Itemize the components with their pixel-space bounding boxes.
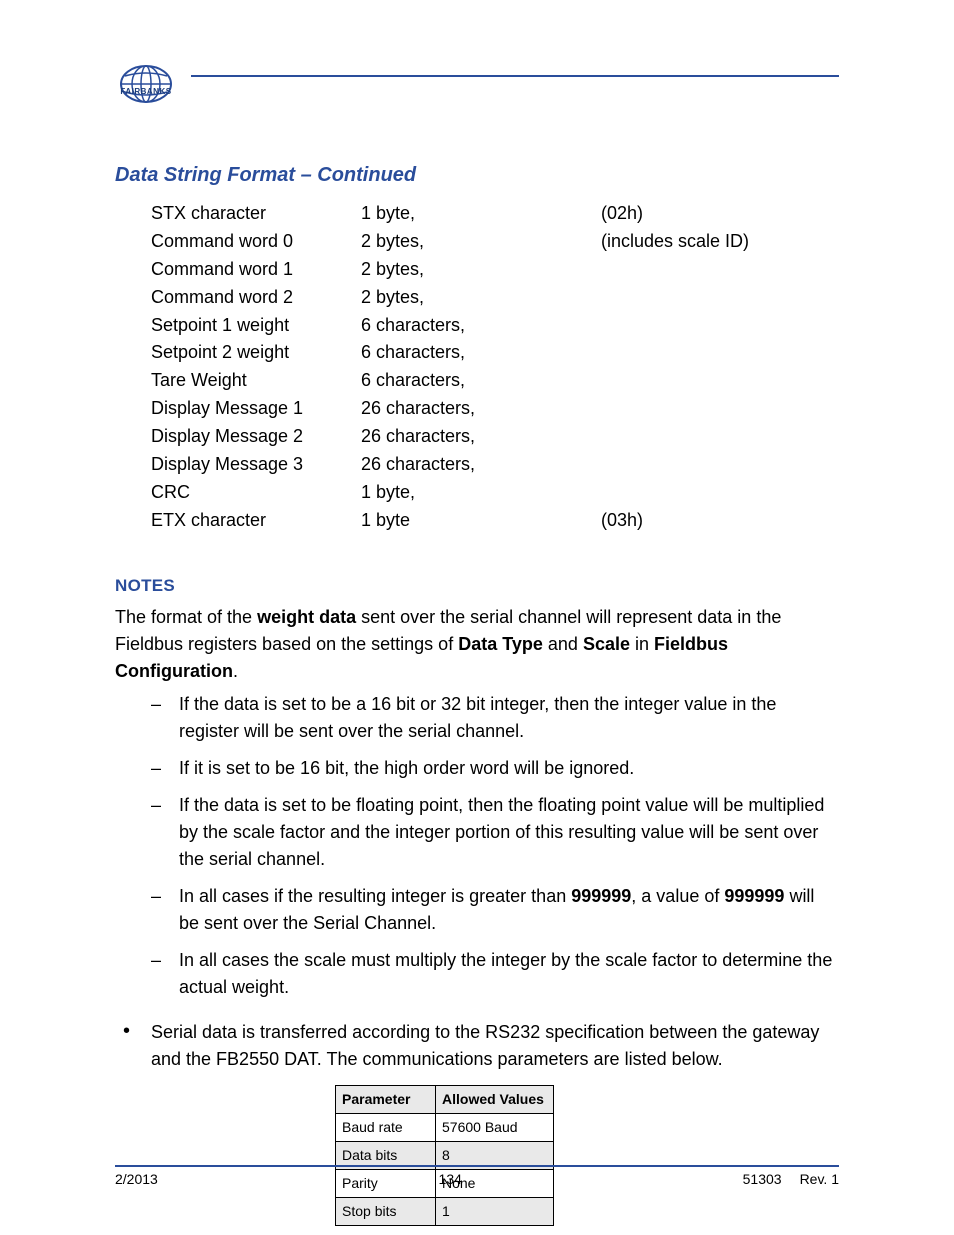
spec-row: Setpoint 1 weight6 characters, bbox=[151, 312, 839, 340]
spec-name: Setpoint 2 weight bbox=[151, 339, 361, 367]
spec-row: Setpoint 2 weight6 characters, bbox=[151, 339, 839, 367]
param-name: Stop bits bbox=[336, 1198, 436, 1226]
notes-heading: NOTES bbox=[115, 573, 839, 599]
param-value: 57600 Baud bbox=[436, 1114, 554, 1142]
spec-row: Tare Weight6 characters, bbox=[151, 367, 839, 395]
text: . bbox=[233, 661, 238, 681]
bold-text: 999999 bbox=[571, 886, 631, 906]
spec-name: Tare Weight bbox=[151, 367, 361, 395]
spec-note bbox=[601, 256, 839, 284]
text: and bbox=[543, 634, 583, 654]
spec-row: STX character1 byte,(02h) bbox=[151, 200, 839, 228]
spec-note: (03h) bbox=[601, 507, 839, 535]
list-item: Serial data is transferred according to … bbox=[123, 1019, 839, 1073]
spec-name: Setpoint 1 weight bbox=[151, 312, 361, 340]
content-area: Data String Format – Continued STX chara… bbox=[115, 160, 839, 1226]
spec-row: Display Message 326 characters, bbox=[151, 451, 839, 479]
spec-name: Display Message 3 bbox=[151, 451, 361, 479]
header-divider bbox=[191, 75, 839, 77]
revision: Rev. 1 bbox=[800, 1171, 839, 1187]
spec-name: Display Message 1 bbox=[151, 395, 361, 423]
doc-id: 51303 bbox=[743, 1171, 782, 1187]
spec-size: 2 bytes, bbox=[361, 256, 601, 284]
spec-note: (includes scale ID) bbox=[601, 228, 839, 256]
spec-size: 26 characters, bbox=[361, 451, 601, 479]
footer-divider bbox=[115, 1165, 839, 1167]
page-footer: 2/2013 134 51303 Rev. 1 bbox=[115, 1165, 839, 1187]
section-title: Data String Format – Continued bbox=[115, 160, 839, 190]
spec-note bbox=[601, 395, 839, 423]
spec-size: 1 byte, bbox=[361, 479, 601, 507]
table-header-row: Parameter Allowed Values bbox=[336, 1086, 554, 1114]
list-item: In all cases the scale must multiply the… bbox=[151, 947, 839, 1001]
page-header: FAIRBANKS bbox=[115, 55, 839, 103]
param-value: 1 bbox=[436, 1198, 554, 1226]
table-row: Stop bits 1 bbox=[336, 1198, 554, 1226]
spec-size: 1 byte bbox=[361, 507, 601, 535]
bold-text: Scale bbox=[583, 634, 630, 654]
spec-row: Command word 22 bytes, bbox=[151, 284, 839, 312]
bold-text: Data Type bbox=[458, 634, 543, 654]
list-item: If it is set to be 16 bit, the high orde… bbox=[151, 755, 839, 782]
footer-right: 51303 Rev. 1 bbox=[743, 1171, 839, 1187]
list-item: If the data is set to be a 16 bit or 32 … bbox=[151, 691, 839, 745]
spec-name: Display Message 2 bbox=[151, 423, 361, 451]
spec-note bbox=[601, 339, 839, 367]
spec-size: 6 characters, bbox=[361, 367, 601, 395]
page-number: 134 bbox=[158, 1171, 743, 1187]
spec-size: 26 characters, bbox=[361, 395, 601, 423]
spec-name: STX character bbox=[151, 200, 361, 228]
column-header: Allowed Values bbox=[436, 1086, 554, 1114]
serial-info-list: Serial data is transferred according to … bbox=[115, 1019, 839, 1073]
param-name: Baud rate bbox=[336, 1114, 436, 1142]
page: FAIRBANKS Data String Format – Continued… bbox=[0, 0, 954, 1235]
bold-text: 999999 bbox=[724, 886, 784, 906]
spec-name: Command word 2 bbox=[151, 284, 361, 312]
spec-note bbox=[601, 451, 839, 479]
spec-size: 2 bytes, bbox=[361, 228, 601, 256]
text: , a value of bbox=[631, 886, 724, 906]
spec-size: 2 bytes, bbox=[361, 284, 601, 312]
footer-row: 2/2013 134 51303 Rev. 1 bbox=[115, 1171, 839, 1187]
globe-icon bbox=[117, 62, 175, 106]
spec-name: Command word 0 bbox=[151, 228, 361, 256]
spec-row: Display Message 226 characters, bbox=[151, 423, 839, 451]
spec-note bbox=[601, 479, 839, 507]
column-header: Parameter bbox=[336, 1086, 436, 1114]
parameters-table: Parameter Allowed Values Baud rate 57600… bbox=[335, 1085, 554, 1226]
spec-name: CRC bbox=[151, 479, 361, 507]
spec-row: ETX character1 byte(03h) bbox=[151, 507, 839, 535]
footer-date: 2/2013 bbox=[115, 1171, 158, 1187]
intro-paragraph: The format of the weight data sent over … bbox=[115, 604, 839, 685]
spec-row: Command word 02 bytes,(includes scale ID… bbox=[151, 228, 839, 256]
spec-note bbox=[601, 367, 839, 395]
spec-row: Command word 12 bytes, bbox=[151, 256, 839, 284]
spec-row: CRC1 byte, bbox=[151, 479, 839, 507]
text: The format of the bbox=[115, 607, 257, 627]
logo-brand-text: FAIRBANKS bbox=[120, 88, 171, 96]
table-row: Baud rate 57600 Baud bbox=[336, 1114, 554, 1142]
spec-size: 6 characters, bbox=[361, 339, 601, 367]
bold-text: weight data bbox=[257, 607, 356, 627]
spec-note bbox=[601, 312, 839, 340]
text: in bbox=[630, 634, 654, 654]
spec-note bbox=[601, 284, 839, 312]
spec-row: Display Message 126 characters, bbox=[151, 395, 839, 423]
fairbanks-logo: FAIRBANKS bbox=[115, 55, 177, 103]
list-item: If the data is set to be floating point,… bbox=[151, 792, 839, 873]
spec-name: ETX character bbox=[151, 507, 361, 535]
text: In all cases if the resulting integer is… bbox=[179, 886, 571, 906]
spec-size: 26 characters, bbox=[361, 423, 601, 451]
spec-table: STX character1 byte,(02h) Command word 0… bbox=[151, 200, 839, 535]
spec-name: Command word 1 bbox=[151, 256, 361, 284]
spec-note bbox=[601, 423, 839, 451]
list-item: In all cases if the resulting integer is… bbox=[151, 883, 839, 937]
spec-note: (02h) bbox=[601, 200, 839, 228]
spec-size: 6 characters, bbox=[361, 312, 601, 340]
notes-list: If the data is set to be a 16 bit or 32 … bbox=[115, 691, 839, 1001]
spec-size: 1 byte, bbox=[361, 200, 601, 228]
